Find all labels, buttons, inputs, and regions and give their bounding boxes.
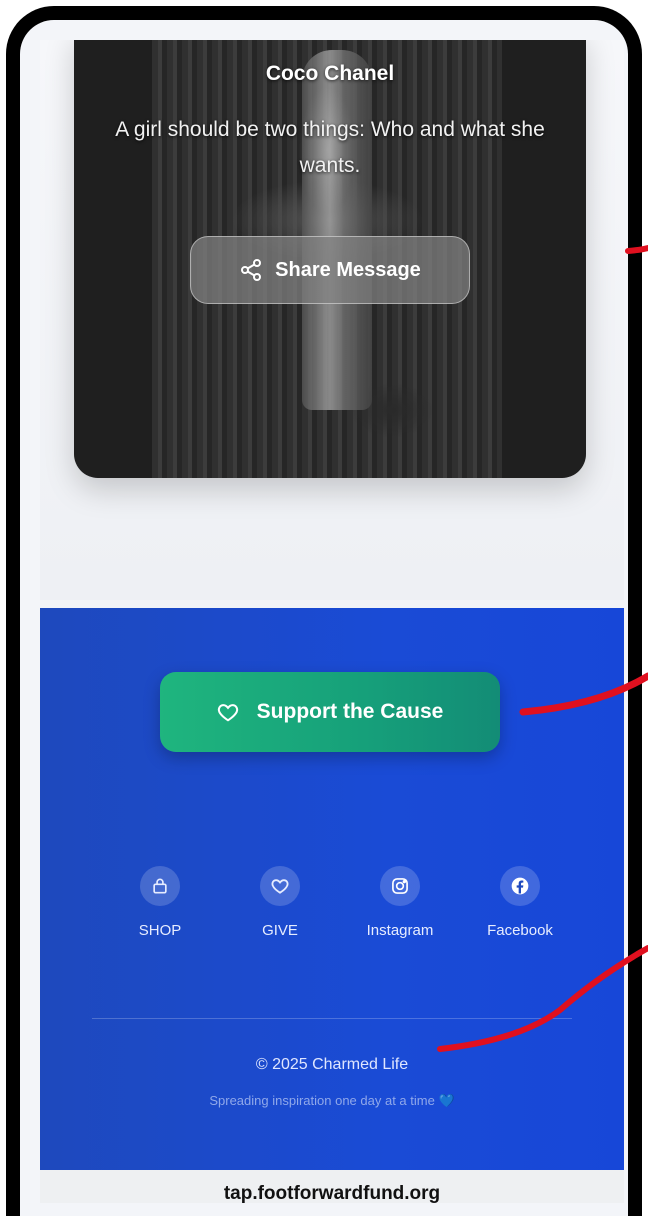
copyright-text: © 2025 Charmed Life: [255, 1056, 409, 1073]
footer-divider: [92, 1018, 572, 1019]
heart-icon: [271, 879, 289, 894]
support-cause-button[interactable]: Support the Cause: [160, 672, 500, 752]
footer: Support the Cause SHOP GIVE Instagram Fa…: [40, 608, 624, 1203]
support-cause-label: Support the Cause: [256, 700, 444, 723]
link-instagram-label: Instagram: [366, 922, 434, 939]
link-give-label: GIVE: [262, 922, 298, 939]
quote-text: A girl should be two things: Who and wha…: [115, 118, 545, 177]
link-shop-label: SHOP: [138, 922, 182, 939]
link-shop[interactable]: SHOP: [110, 866, 210, 939]
phone-screen: Coco Chanel A girl should be two things:…: [40, 40, 624, 1203]
quote-card: Coco Chanel A girl should be two things:…: [74, 40, 586, 478]
bag-icon: [153, 878, 167, 894]
link-give[interactable]: GIVE: [230, 866, 330, 939]
facebook-icon: [511, 877, 529, 895]
instagram-icon: [392, 878, 408, 894]
quote-author: Coco Chanel: [265, 62, 395, 85]
share-message-label: Share Message: [275, 258, 421, 281]
footer-tagline: Spreading inspiration one day at a time …: [40, 1093, 624, 1109]
share-icon: [241, 259, 262, 281]
blue-heart-icon: 💙: [438, 1093, 455, 1108]
heart-icon: [217, 704, 238, 722]
link-facebook[interactable]: Facebook: [470, 866, 570, 939]
link-facebook-label: Facebook: [487, 922, 553, 939]
share-message-button[interactable]: Share Message: [190, 236, 470, 304]
tagline-text: Spreading inspiration one day at a time: [209, 1093, 435, 1108]
link-instagram[interactable]: Instagram: [350, 866, 450, 939]
social-links: SHOP GIVE Instagram Facebook: [110, 866, 570, 939]
browser-url-bar[interactable]: tap.footforwardfund.org: [40, 1170, 624, 1203]
